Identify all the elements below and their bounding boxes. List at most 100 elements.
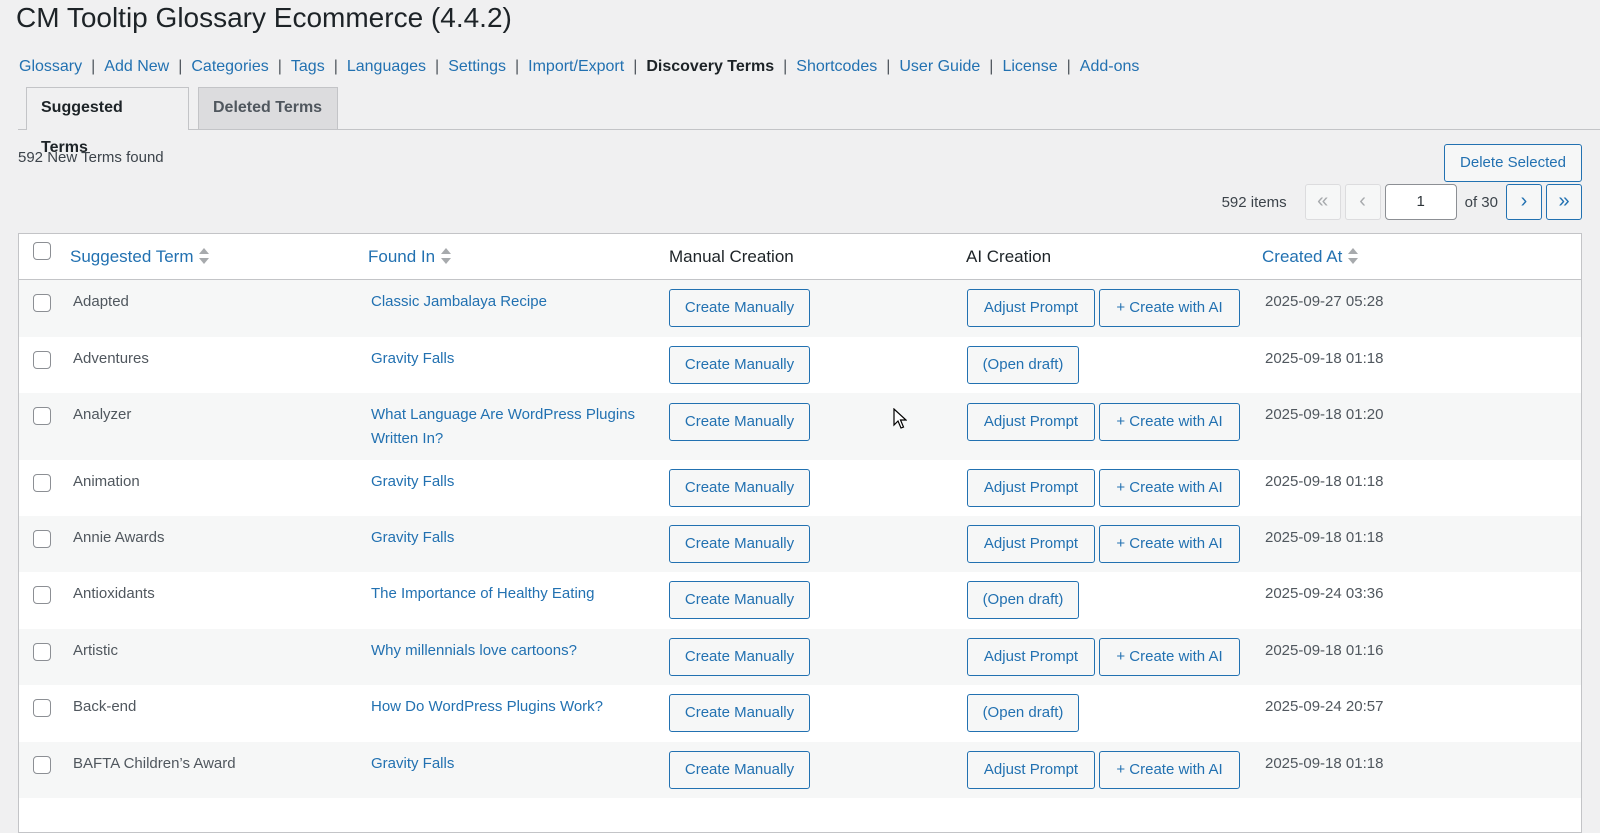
subnav-separator: | (989, 58, 994, 75)
row-checkbox[interactable] (33, 474, 51, 492)
adjust-prompt-button[interactable]: Adjust Prompt (967, 751, 1095, 789)
table-body: Adapted Classic Jambalaya Recipe Create Ma… (19, 280, 1581, 798)
subnav-link-add-new[interactable]: Add New (104, 58, 169, 75)
next-page-button[interactable]: › (1506, 184, 1542, 220)
found-in-link[interactable]: Gravity Falls (371, 526, 661, 550)
items-count: 592 items (1221, 193, 1287, 211)
found-in-link[interactable]: Gravity Falls (371, 347, 661, 371)
create-manually-button[interactable]: Create Manually (669, 694, 810, 732)
create-manually-button[interactable]: Create Manually (669, 403, 810, 441)
last-page-button[interactable]: » (1546, 184, 1582, 220)
subnav-link-languages[interactable]: Languages (347, 58, 426, 75)
open-draft-button[interactable]: (Open draft) (967, 346, 1079, 384)
current-page-input[interactable]: 1 (1384, 184, 1457, 220)
subnav-link-glossary[interactable]: Glossary (19, 58, 82, 75)
created-at: 2025-09-18 01:18 (1265, 350, 1384, 367)
found-in-link[interactable]: Classic Jambalaya Recipe (371, 290, 661, 314)
row-checkbox[interactable] (33, 699, 51, 717)
subnav-link-discovery-terms[interactable]: Discovery Terms (646, 58, 774, 75)
sort-icon (1348, 247, 1359, 265)
create-manually-button[interactable]: Create Manually (669, 751, 810, 789)
create-with-ai-button[interactable]: + Create with AI (1099, 638, 1240, 676)
row-checkbox[interactable] (33, 586, 51, 604)
created-at: 2025-09-27 05:28 (1265, 293, 1384, 310)
subnav-link-add-ons[interactable]: Add-ons (1080, 58, 1140, 75)
column-created-at[interactable]: Created At (1262, 234, 1359, 279)
created-at: 2025-09-24 20:57 (1265, 698, 1384, 715)
column-manual-creation: Manual Creation (669, 247, 794, 266)
create-manually-button[interactable]: Create Manually (669, 525, 810, 563)
table-row: Adapted Classic Jambalaya Recipe Create Ma… (19, 280, 1581, 337)
adjust-prompt-button[interactable]: Adjust Prompt (967, 525, 1095, 563)
subnav-separator: | (333, 58, 338, 75)
subnav-link-categories[interactable]: Categories (191, 58, 268, 75)
subnav-separator: | (515, 58, 520, 75)
found-in-link[interactable]: Why millennials love cartoons? (371, 639, 661, 663)
terms-table: Suggested Term Found In Manual Creation … (18, 233, 1582, 833)
subnav-separator: | (435, 58, 440, 75)
subnav-link-import-export[interactable]: Import/Export (528, 58, 624, 75)
create-manually-button[interactable]: Create Manually (669, 289, 810, 327)
table-row: Animation Gravity Falls Create Manually Adj… (19, 460, 1581, 516)
open-draft-button[interactable]: (Open draft) (967, 581, 1079, 619)
sort-icon (441, 247, 452, 265)
created-at: 2025-09-18 01:16 (1265, 642, 1384, 659)
column-suggested-term[interactable]: Suggested Term (70, 234, 210, 279)
suggested-term: Animation (73, 473, 140, 490)
create-manually-button[interactable]: Create Manually (669, 581, 810, 619)
row-checkbox[interactable] (33, 756, 51, 774)
row-checkbox[interactable] (33, 643, 51, 661)
adjust-prompt-button[interactable]: Adjust Prompt (967, 403, 1095, 441)
table-row: Analyzer What Language Are WordPress Plug… (19, 393, 1581, 460)
suggested-term: Annie Awards (73, 529, 165, 546)
create-with-ai-button[interactable]: + Create with AI (1099, 289, 1240, 327)
created-at: 2025-09-18 01:18 (1265, 529, 1384, 546)
suggested-term: Analyzer (73, 406, 132, 423)
first-page-button[interactable]: « (1304, 184, 1341, 220)
found-in-link[interactable]: What Language Are WordPress Plugins Writ… (371, 403, 661, 451)
table-row: Artistic Why millennials love cartoons? Cr… (19, 629, 1581, 685)
subnav-link-shortcodes[interactable]: Shortcodes (796, 58, 877, 75)
create-manually-button[interactable]: Create Manually (669, 346, 810, 384)
row-checkbox[interactable] (33, 407, 51, 425)
subnav-link-tags[interactable]: Tags (291, 58, 325, 75)
total-pages-label: of 30 (1464, 193, 1498, 211)
create-manually-button[interactable]: Create Manually (669, 638, 810, 676)
found-in-link[interactable]: Gravity Falls (371, 752, 661, 776)
create-with-ai-button[interactable]: + Create with AI (1099, 525, 1240, 563)
subnav-separator: | (633, 58, 638, 75)
subnav-link-settings[interactable]: Settings (448, 58, 506, 75)
create-with-ai-button[interactable]: + Create with AI (1099, 469, 1240, 507)
pagination: 592 items « ‹ 1 of 30 › » (1222, 184, 1582, 220)
adjust-prompt-button[interactable]: Adjust Prompt (967, 638, 1095, 676)
create-manually-button[interactable]: Create Manually (669, 469, 810, 507)
row-checkbox[interactable] (33, 351, 51, 369)
tab-suggested-terms[interactable]: Suggested Terms (26, 87, 189, 156)
table-row: Annie Awards Gravity Falls Create Manually… (19, 516, 1581, 572)
row-checkbox[interactable] (33, 294, 51, 312)
select-all-checkbox[interactable] (33, 242, 51, 260)
prev-page-button[interactable]: ‹ (1344, 184, 1381, 220)
create-with-ai-button[interactable]: + Create with AI (1099, 751, 1240, 789)
column-found-in[interactable]: Found In (368, 234, 452, 279)
tabs-divider (18, 129, 1600, 130)
row-checkbox[interactable] (33, 530, 51, 548)
open-draft-button[interactable]: (Open draft) (967, 694, 1079, 732)
found-in-link[interactable]: Gravity Falls (371, 470, 661, 494)
created-at: 2025-09-18 01:20 (1265, 406, 1384, 423)
adjust-prompt-button[interactable]: Adjust Prompt (967, 289, 1095, 327)
table-header: Suggested Term Found In Manual Creation … (19, 234, 1581, 280)
table-row: Antioxidants The Importance of Healthy Ea… (19, 572, 1581, 629)
subnav-link-license[interactable]: License (1002, 58, 1057, 75)
table-row: BAFTA Children’s Award Gravity Falls Creat… (19, 742, 1581, 798)
create-with-ai-button[interactable]: + Create with AI (1099, 403, 1240, 441)
subnav-separator: | (277, 58, 282, 75)
delete-selected-button[interactable]: Delete Selected (1444, 144, 1582, 182)
adjust-prompt-button[interactable]: Adjust Prompt (967, 469, 1095, 507)
found-in-link[interactable]: How Do WordPress Plugins Work? (371, 695, 661, 719)
found-in-link[interactable]: The Importance of Healthy Eating (371, 582, 661, 606)
subnav-link-user-guide[interactable]: User Guide (899, 58, 980, 75)
subnav-separator: | (783, 58, 788, 75)
suggested-term: Back-end (73, 698, 137, 715)
tab-deleted-terms[interactable]: Deleted Terms (198, 87, 338, 129)
